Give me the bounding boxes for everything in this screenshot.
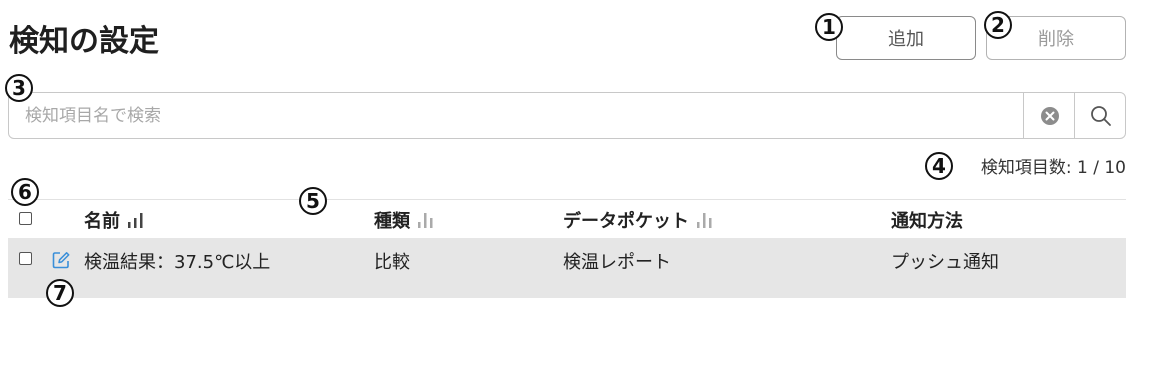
sort-bars-icon[interactable] bbox=[695, 210, 715, 230]
annotation-marker-2: 2 bbox=[984, 11, 1012, 39]
item-count-label: 検知項目数: bbox=[980, 158, 1072, 178]
cell-method: プッシュ通知 bbox=[891, 252, 999, 273]
annotation-marker-4: 4 bbox=[925, 152, 953, 180]
select-all-checkbox[interactable] bbox=[19, 212, 32, 225]
item-count-value: 1 / 10 bbox=[1077, 158, 1126, 178]
search-bar bbox=[8, 92, 1126, 139]
add-button[interactable]: 追加 bbox=[836, 16, 976, 60]
column-header-method-label: 通知方法 bbox=[891, 211, 963, 232]
annotation-marker-6: 6 bbox=[11, 178, 39, 206]
search-button[interactable] bbox=[1074, 93, 1125, 138]
table-top-divider bbox=[8, 199, 1126, 200]
search-icon bbox=[1091, 105, 1111, 126]
item-count: 検知項目数: 1 / 10 bbox=[981, 153, 1126, 178]
annotation-marker-5: 5 bbox=[299, 187, 327, 215]
clear-circle-icon bbox=[1040, 106, 1059, 125]
sort-bars-icon[interactable] bbox=[126, 210, 146, 230]
annotation-marker-7: 7 bbox=[46, 279, 74, 307]
column-header-name-label: 名前 bbox=[84, 211, 120, 232]
column-header-name[interactable]: 名前 bbox=[84, 207, 146, 233]
cell-name: 検温結果：37.5℃以上 bbox=[84, 252, 271, 273]
annotation-marker-3: 3 bbox=[5, 74, 33, 102]
clear-search-button[interactable] bbox=[1023, 93, 1075, 138]
sort-bars-icon[interactable] bbox=[416, 210, 436, 230]
edit-button[interactable] bbox=[51, 250, 71, 274]
column-header-data-pocket-label: データポケット bbox=[563, 211, 689, 232]
column-header-type[interactable]: 種類 bbox=[374, 207, 436, 233]
cell-type: 比較 bbox=[374, 252, 410, 273]
column-header-method: 通知方法 bbox=[891, 207, 963, 233]
row-checkbox[interactable] bbox=[19, 252, 32, 265]
search-input[interactable] bbox=[9, 93, 1023, 138]
column-header-type-label: 種類 bbox=[374, 211, 410, 232]
annotation-marker-1: 1 bbox=[815, 13, 843, 41]
page-title: 検知の設定 bbox=[9, 24, 159, 59]
cell-data-pocket: 検温レポート bbox=[563, 252, 671, 273]
column-header-data-pocket[interactable]: データポケット bbox=[563, 207, 715, 233]
edit-icon bbox=[52, 252, 70, 269]
